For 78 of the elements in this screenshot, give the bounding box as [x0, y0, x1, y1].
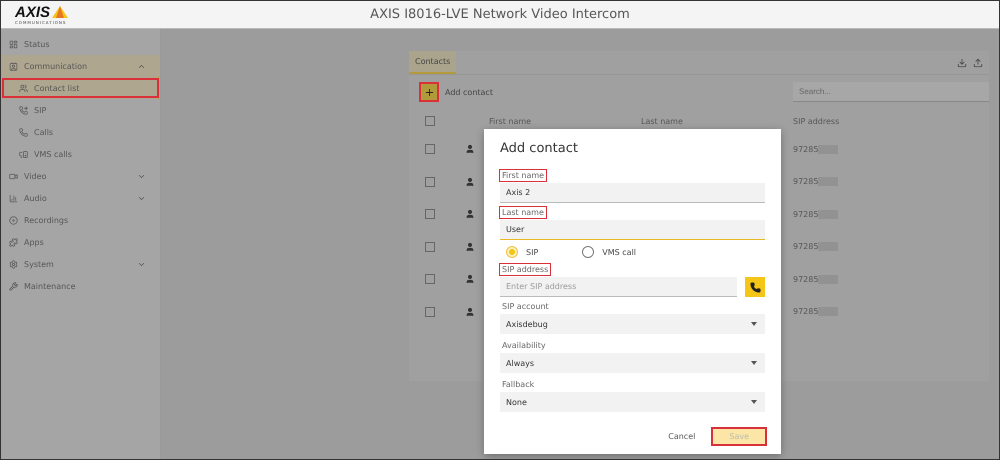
disc-icon [9, 216, 18, 224]
table-cell: 97285 [793, 242, 818, 252]
field-label: Fallback [501, 379, 536, 390]
person-icon [465, 176, 475, 187]
caret-icon [751, 322, 757, 326]
sidebar-item[interactable]: Communication [1, 55, 160, 77]
screen-icon [19, 150, 28, 158]
table-cell: 97285 [793, 274, 818, 284]
sidebar-item[interactable]: Maintenance [1, 275, 160, 297]
sidebar-item[interactable]: Video [1, 165, 160, 187]
dashboard-icon [9, 40, 18, 48]
sidebar-item[interactable]: Calls [1, 121, 160, 143]
cancel-button[interactable]: Cancel [668, 429, 696, 444]
phone-arrow-icon [19, 106, 28, 114]
input-field[interactable]: User [500, 220, 765, 240]
table-cell: 97285 [793, 177, 818, 186]
field-label: First name [500, 170, 546, 181]
person-icon [465, 306, 475, 317]
caret-icon [751, 400, 757, 404]
column-header: SIP address [793, 116, 840, 128]
field-label: SIP address [500, 264, 550, 275]
add-button[interactable] [421, 84, 437, 100]
column-header: First name [489, 116, 532, 128]
add-contact-label[interactable]: Add contact [445, 88, 793, 96]
radio-button[interactable] [582, 246, 594, 258]
sidebar-item[interactable]: System [1, 253, 160, 275]
person-icon [465, 242, 475, 252]
window-title: AXIS I8016-LVE Network Video Intercom [369, 7, 631, 22]
bar-chart-icon [9, 194, 18, 202]
dropdown[interactable]: Always [500, 353, 765, 373]
contact-card-icon [9, 62, 18, 70]
field-label: Availability [501, 340, 547, 351]
input-field[interactable]: Enter SIP address [500, 277, 737, 297]
tab[interactable]: Contacts [409, 51, 456, 74]
row-checkbox[interactable] [425, 306, 435, 317]
row-checkbox[interactable] [425, 144, 435, 154]
sidebar-item[interactable]: Status [1, 33, 160, 55]
sidebar-item[interactable]: Recordings [1, 209, 160, 231]
gear-icon [9, 260, 18, 268]
row-checkbox[interactable] [425, 176, 435, 187]
row-checkbox[interactable] [425, 274, 435, 284]
table-cell: 97285 [793, 144, 818, 154]
logo: AXIS [15, 4, 161, 20]
sidebar-item[interactable]: Apps [1, 231, 160, 253]
call-button[interactable] [745, 277, 765, 297]
person-icon [465, 144, 475, 154]
table-cell: 97285 [793, 307, 818, 316]
input-field[interactable]: Axis 2 [500, 183, 765, 203]
row-checkbox[interactable] [425, 209, 435, 220]
table-cell: 97285 [793, 210, 818, 219]
radio-option[interactable]: SIP [506, 246, 538, 258]
caret-icon [751, 361, 757, 365]
row-checkbox[interactable] [425, 242, 435, 252]
video-camera-icon [9, 172, 18, 180]
dialog-title: Add contact [500, 141, 578, 156]
search-field[interactable]: Search... [793, 82, 989, 102]
dropdown[interactable]: None [500, 392, 765, 412]
sidebar-item[interactable]: SIP [1, 99, 160, 121]
people-icon [19, 84, 28, 92]
field-label: SIP account [501, 301, 550, 312]
triangle-icon [52, 6, 68, 18]
person-icon [465, 274, 475, 284]
dropdown[interactable]: Axisdebug [500, 314, 765, 334]
puzzle-icon [9, 238, 18, 246]
sidebar-item[interactable]: Contact list [1, 77, 160, 99]
field-label: Last name [500, 207, 546, 218]
person-icon [465, 209, 475, 220]
sidebar-item[interactable]: Audio [1, 187, 160, 209]
radio-button[interactable] [506, 246, 518, 258]
sidebar-item[interactable]: VMS calls [1, 143, 160, 165]
column-header: Last name [641, 116, 684, 128]
plus-icon [424, 86, 434, 98]
radio-option[interactable]: VMS call [582, 246, 636, 258]
phone-icon [750, 282, 760, 292]
upload-icon[interactable] [973, 58, 983, 68]
wrench-icon [9, 282, 18, 290]
phone-icon [19, 128, 28, 136]
select-all-checkbox[interactable] [425, 116, 435, 126]
